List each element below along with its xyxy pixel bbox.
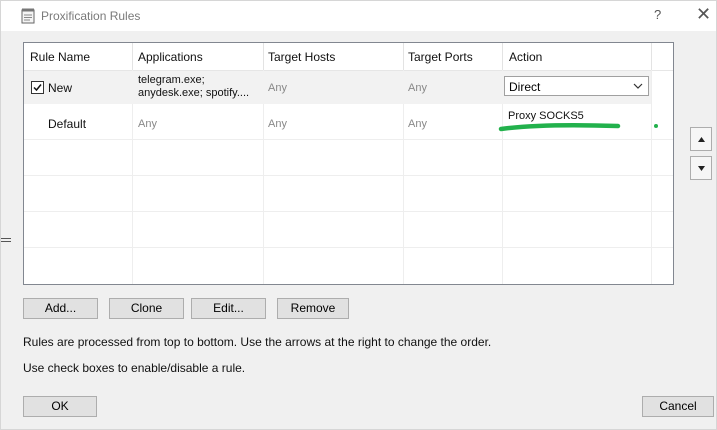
- rule-applications: Any: [138, 118, 157, 130]
- move-down-button[interactable]: [690, 156, 712, 180]
- column-header-rule-name[interactable]: Rule Name: [30, 50, 90, 64]
- rule-target-ports: Any: [408, 118, 427, 130]
- ok-button[interactable]: OK: [23, 396, 97, 417]
- column-divider[interactable]: [132, 43, 133, 70]
- rule-target-hosts: Any: [268, 118, 287, 130]
- action-dropdown-value: Direct: [509, 80, 541, 94]
- grid-line: [24, 139, 673, 140]
- column-header-target-ports[interactable]: Target Ports: [408, 50, 473, 64]
- column-header-action[interactable]: Action: [509, 50, 542, 64]
- column-divider[interactable]: [502, 43, 503, 70]
- checkbox-instructions: Use check boxes to enable/disable a rule…: [23, 361, 246, 375]
- remove-button[interactable]: Remove: [277, 298, 349, 319]
- close-button[interactable]: ✕: [696, 4, 711, 25]
- arrow-up-icon: [698, 137, 705, 142]
- column-header-target-hosts[interactable]: Target Hosts: [268, 50, 335, 64]
- proxification-rules-dialog: Proxification Rules ? ✕ Rule Name Applic…: [0, 0, 717, 430]
- help-button[interactable]: ?: [654, 7, 661, 22]
- arrow-down-icon: [698, 166, 705, 171]
- redaction-mark: [498, 122, 658, 132]
- table-header: Rule Name Applications Target Hosts Targ…: [24, 43, 673, 71]
- background-edge-line: [1, 238, 11, 239]
- move-up-button[interactable]: [690, 127, 712, 151]
- order-instructions: Rules are processed from top to bottom. …: [23, 335, 492, 349]
- rule-applications: anydesk.exe; spotify....: [138, 87, 250, 99]
- rule-name: New: [48, 81, 73, 95]
- grid-line: [651, 70, 652, 284]
- action-dropdown[interactable]: Direct: [504, 76, 649, 96]
- column-divider[interactable]: [651, 43, 652, 70]
- rule-name: Default: [48, 117, 87, 131]
- rule-enabled-checkbox[interactable]: [31, 81, 44, 94]
- rule-applications: telegram.exe;: [138, 74, 205, 86]
- title-bar: Proxification Rules ? ✕: [1, 1, 716, 31]
- grid-line: [24, 247, 673, 248]
- background-edge-line: [1, 241, 11, 242]
- column-divider[interactable]: [263, 43, 264, 70]
- edit-button[interactable]: Edit...: [191, 298, 266, 319]
- grid-line: [24, 211, 673, 212]
- notepad-icon: [21, 8, 35, 24]
- add-button[interactable]: Add...: [23, 298, 98, 319]
- window-title: Proxification Rules: [41, 9, 141, 23]
- cancel-button[interactable]: Cancel: [642, 396, 714, 417]
- rule-target-ports: Any: [408, 82, 427, 94]
- chevron-down-icon: [633, 83, 643, 89]
- rule-target-hosts: Any: [268, 82, 287, 94]
- rules-table: Rule Name Applications Target Hosts Targ…: [23, 42, 674, 285]
- column-divider[interactable]: [403, 43, 404, 70]
- clone-button[interactable]: Clone: [109, 298, 184, 319]
- column-header-applications[interactable]: Applications: [138, 50, 203, 64]
- grid-line: [24, 175, 673, 176]
